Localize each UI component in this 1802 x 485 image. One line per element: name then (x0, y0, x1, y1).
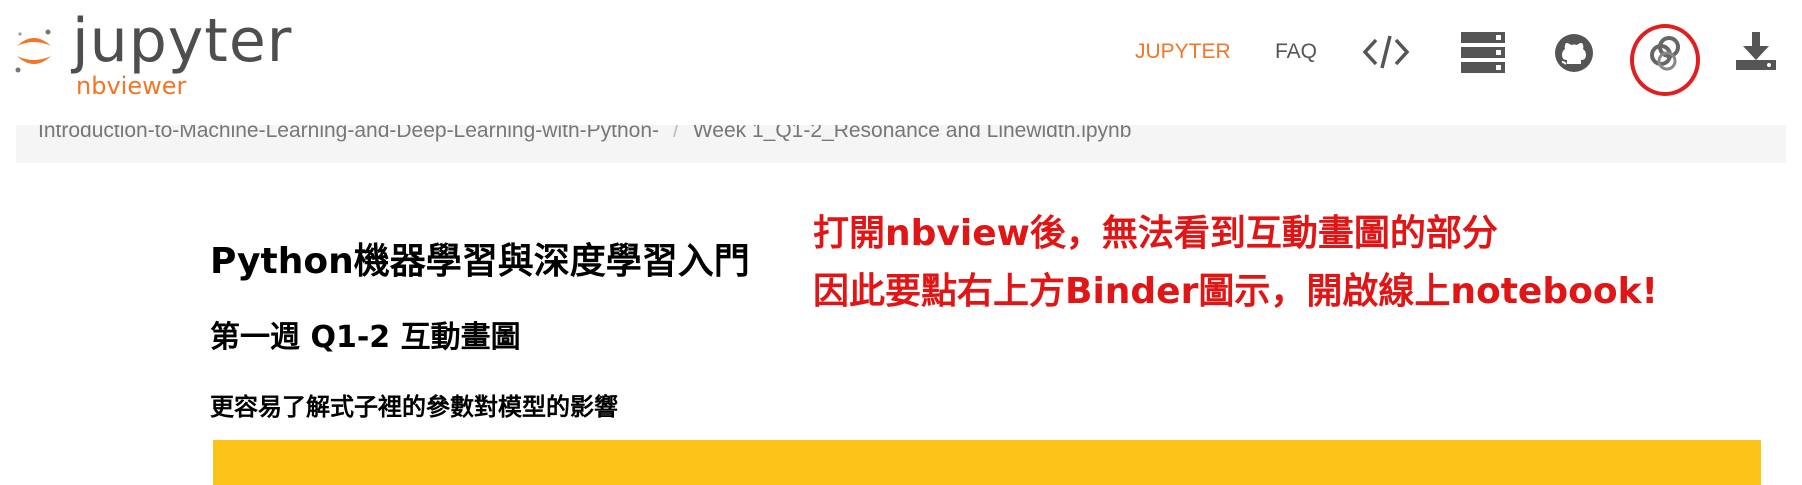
page: jupyter nbviewer JUPYTER FAQ Introductio… (0, 0, 1802, 485)
code-icon[interactable] (1362, 28, 1410, 76)
logo-subtitle: nbviewer (76, 72, 187, 100)
breadcrumb-separator: / (673, 125, 679, 142)
notebook-title: Python機器學習與深度學習入門 (210, 241, 750, 282)
nav-link-faq[interactable]: FAQ (1275, 40, 1317, 64)
nav-link-jupyter[interactable]: JUPYTER (1135, 40, 1231, 64)
jupyter-logo[interactable]: jupyter nbviewer (14, 6, 291, 100)
github-icon[interactable] (1554, 33, 1594, 73)
navbar: jupyter nbviewer JUPYTER FAQ (0, 0, 1802, 125)
notebook-description: 更容易了解式子裡的參數對模型的影響 (210, 393, 618, 421)
binder-icon[interactable] (1645, 33, 1685, 73)
download-icon[interactable] (1735, 30, 1777, 72)
breadcrumb: Introduction-to-Machine-Learning-and-Dee… (16, 125, 1786, 163)
logo-wordmark: jupyter (72, 6, 293, 76)
stack-icon[interactable] (1460, 31, 1506, 75)
interactive-widget-area[interactable] (213, 440, 1761, 485)
jupyter-logo-icon (15, 29, 51, 73)
breadcrumb-repo-link[interactable]: Introduction-to-Machine-Learning-and-Dee… (38, 125, 659, 142)
annotation-line-2: 因此要點右上方Binder圖示，開啟線上notebook! (813, 271, 1658, 312)
breadcrumb-file: Week 1_Q1-2_Resonance and Linewidth.ipyn… (692, 125, 1132, 142)
red-annotation: 打開nbview後，無法看到互動畫圖的部分 因此要點右上方Binder圖示，開啟… (813, 205, 1658, 321)
notebook-subtitle: 第一週 Q1-2 互動畫圖 (210, 320, 521, 355)
annotation-line-1: 打開nbview後，無法看到互動畫圖的部分 (813, 213, 1498, 254)
